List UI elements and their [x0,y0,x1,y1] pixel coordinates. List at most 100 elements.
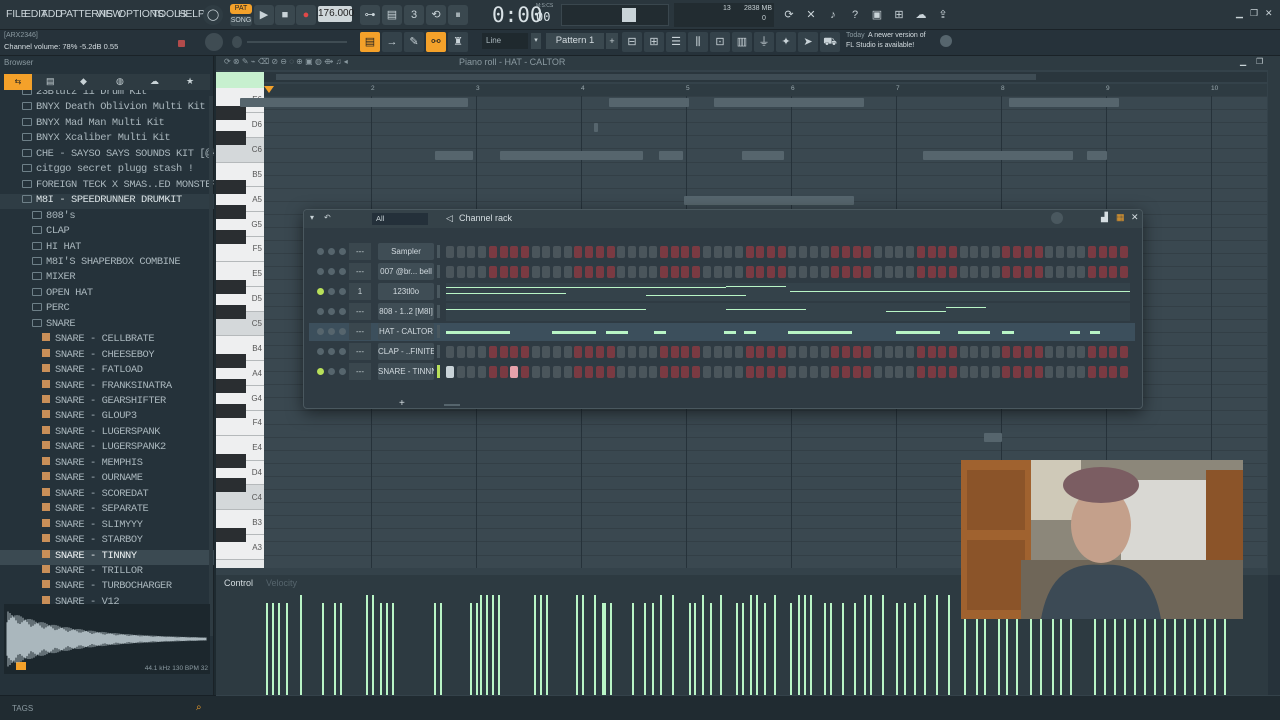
velocity-bar[interactable] [896,603,898,695]
step-button[interactable] [863,266,872,278]
velocity-bar[interactable] [830,603,832,695]
velocity-bar[interactable] [798,595,800,695]
step-button[interactable] [585,366,594,378]
pat-mode-toggle[interactable]: PAT [230,4,252,14]
step-button[interactable] [606,346,615,358]
step-button[interactable] [852,266,861,278]
browser-file[interactable]: SNARE - SLIMYYY [0,518,214,534]
step-button[interactable] [542,246,551,258]
ghost-note[interactable] [348,98,468,107]
step-button[interactable] [820,266,829,278]
browser-file[interactable]: SNARE - LUGERSPANK [0,425,214,441]
step-button[interactable] [831,246,840,258]
velocity-bar[interactable] [286,603,288,695]
velocity-bar[interactable] [854,603,856,695]
channel-volume-knob[interactable] [339,248,346,255]
step-button[interactable] [488,246,497,258]
channel-filter-select[interactable]: All [372,213,428,225]
time-ruler[interactable]: 2 3 4 5 6 7 8 9 10 [264,84,1267,96]
step-button[interactable] [767,246,775,258]
channel-pan-knob[interactable] [328,248,335,255]
piano-roll-overview[interactable] [264,72,1267,82]
channel-row[interactable]: --- Sampler [309,243,1135,261]
channel-name-button[interactable]: 007 @br... bell [378,263,434,280]
browser-folder[interactable]: PERC [0,302,214,317]
step-button[interactable] [767,366,775,378]
channel-name-button[interactable]: CLAP - ..FINITEE [378,343,434,360]
velocity-bar[interactable] [498,595,500,695]
step-button[interactable] [1109,266,1118,278]
pattern-blend-icon[interactable]: ⊶ [360,5,380,25]
piano-roll-vscroll[interactable] [1268,56,1280,576]
velocity-bar[interactable] [610,603,612,695]
piano-black-key[interactable] [216,279,246,294]
ghost-note[interactable] [984,433,1002,442]
piano-black-key[interactable] [216,478,246,493]
step-button[interactable] [852,366,861,378]
ghost-note[interactable] [684,196,854,205]
step-button[interactable] [895,346,904,358]
channel-select-indicator[interactable] [437,265,440,278]
step-button[interactable] [488,366,497,378]
step-button[interactable] [510,346,519,358]
velocity-bar[interactable] [750,595,752,695]
browser-favorites-icon[interactable]: ★ [186,76,194,87]
step-button[interactable] [724,266,733,278]
browser-folder[interactable]: MIXER [0,271,214,286]
channel-select-indicator[interactable] [437,365,440,378]
step-button[interactable] [446,346,454,358]
step-button[interactable] [446,246,454,258]
mixer-track-selector[interactable]: --- [349,243,371,260]
velocity-bar[interactable] [924,595,926,695]
step-button[interactable] [916,266,925,278]
mixer-track-selector[interactable]: --- [349,263,371,280]
restart-icon[interactable]: ⟳ [779,5,799,25]
browser-folder[interactable]: HI HAT [0,241,214,256]
rack-scroll-handle[interactable] [444,404,460,406]
plugin-icon[interactable]: ⊞ [889,5,909,25]
cart-icon[interactable]: ⛟ [820,32,840,52]
step-button[interactable] [724,366,733,378]
velocity-bar[interactable] [546,595,548,695]
step-button[interactable] [799,246,808,258]
velocity-bar[interactable] [372,595,374,695]
step-button[interactable] [767,346,775,358]
step-button[interactable] [627,366,636,378]
velocity-bar[interactable] [380,603,382,695]
velocity-bar[interactable] [842,603,844,695]
step-button[interactable] [874,346,882,358]
velocity-bar[interactable] [322,603,324,695]
velocity-bar[interactable] [936,595,938,695]
channel-row[interactable]: --- CLAP - ..FINITEE [309,343,1135,361]
channel-piano-roll-preview[interactable] [446,303,1130,321]
plugin-picker-icon[interactable]: ▥ [732,32,752,52]
step-button[interactable] [670,366,679,378]
step-button[interactable] [1045,346,1054,358]
velocity-bar[interactable] [582,595,584,695]
step-button[interactable] [713,366,722,378]
step-button[interactable] [595,366,604,378]
step-button[interactable] [916,346,925,358]
browser-files-icon[interactable]: ▤ [46,76,55,87]
mixer-icon[interactable]: ⊟ [622,32,642,52]
channel-mute-led[interactable] [317,308,324,315]
step-button[interactable] [970,246,979,258]
browser-folder[interactable]: BNYX Death Oblivion Multi Kit [0,101,214,116]
step-button[interactable] [788,346,797,358]
velocity-bar[interactable] [672,595,674,695]
step-button[interactable] [553,266,561,278]
channel-select-indicator[interactable] [437,285,440,298]
step-button[interactable] [1077,246,1086,258]
step-button[interactable] [841,246,850,258]
step-button[interactable] [1055,266,1064,278]
step-button[interactable] [1109,346,1118,358]
step-button[interactable] [574,366,583,378]
channel-name-button[interactable]: SNARE - TINNNY [378,363,434,380]
step-button[interactable] [617,266,626,278]
step-button[interactable] [681,366,690,378]
news-line-1[interactable]: A newer version of [868,32,926,39]
browser-folder[interactable]: citggo secret plugg stash ! [0,163,214,178]
piano-keyboard[interactable]: E6D6C6B5A5G5F5E5D5C5B4A4G4F4E4D4C4B3A3 [216,88,300,568]
velocity-bar[interactable] [790,603,792,695]
browser-file[interactable]: SNARE - CHEESEBOY [0,348,214,364]
